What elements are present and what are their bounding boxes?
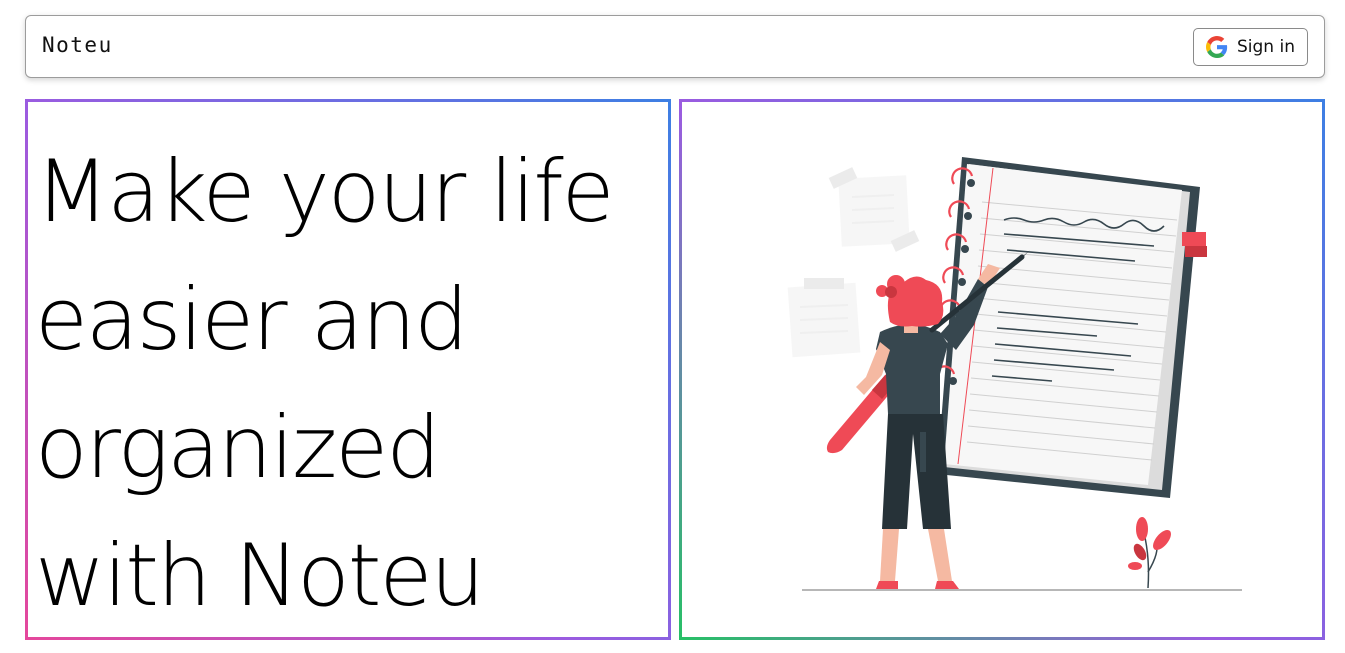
google-sign-in-button[interactable]: Sign in [1193, 28, 1308, 66]
hero-line-2: easier and [35, 270, 469, 370]
illustration-panel [679, 99, 1325, 640]
top-navbar: Noteu Sign in [25, 15, 1325, 78]
hero-text-panel: Make your life easier and organized with… [25, 99, 671, 640]
hero-line-1: Make your life [35, 142, 615, 242]
brand-logo-text[interactable]: Noteu [42, 33, 113, 57]
sign-in-label: Sign in [1237, 37, 1295, 57]
woman-writing-notebook-illustration [787, 157, 1242, 591]
hero-line-3: organized [35, 398, 441, 498]
hero-line-4: with Noteu [35, 526, 485, 626]
hero-headline: Make your life easier and organized with… [35, 128, 655, 637]
google-icon [1206, 36, 1228, 58]
